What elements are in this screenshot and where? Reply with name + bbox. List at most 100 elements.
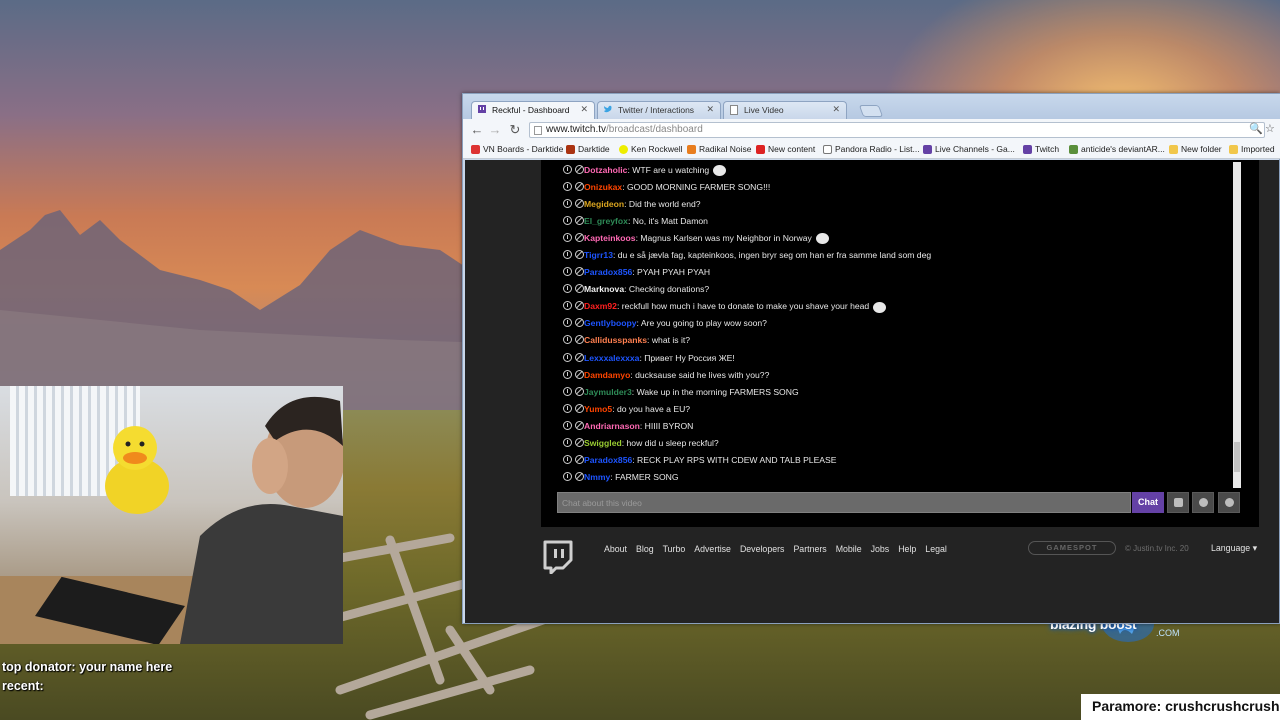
- ban-icon[interactable]: [575, 182, 584, 192]
- close-icon[interactable]: ✕: [832, 104, 840, 115]
- timeout-icon[interactable]: [563, 335, 572, 345]
- chat-scrollbar[interactable]: [1233, 162, 1241, 488]
- chat-username[interactable]: El_greyfox: [584, 216, 628, 226]
- zoom-icon[interactable]: 🔍: [1249, 122, 1263, 135]
- footer-link[interactable]: Mobile: [836, 544, 862, 554]
- footer-link[interactable]: Blog: [636, 544, 654, 554]
- chat-username[interactable]: Damdamyo: [584, 370, 630, 380]
- ban-icon[interactable]: [575, 471, 584, 481]
- ban-icon[interactable]: [575, 284, 584, 294]
- bookmark-item[interactable]: Radikal Noise: [687, 144, 751, 154]
- chat-username[interactable]: Dotzaholic: [584, 165, 627, 175]
- bookmark-item[interactable]: New content: [756, 144, 815, 154]
- star-icon[interactable]: ☆: [1265, 122, 1275, 135]
- ban-icon[interactable]: [575, 233, 584, 243]
- gamespot-logo[interactable]: GAMESPOT: [1028, 541, 1116, 555]
- tab-dashboard[interactable]: Reckful - Dashboard ✕: [471, 101, 595, 120]
- chat-username[interactable]: Marknova: [584, 284, 624, 294]
- chat-username[interactable]: Swiggled: [584, 438, 622, 448]
- bookmark-item[interactable]: anticide's deviantAR...: [1069, 144, 1165, 154]
- chat-username[interactable]: Paradox856: [584, 455, 632, 465]
- timeout-icon[interactable]: [563, 199, 572, 209]
- timeout-icon[interactable]: [563, 437, 572, 447]
- bookmark-item[interactable]: Darktide: [566, 144, 610, 154]
- chat-tool-button[interactable]: [1167, 492, 1189, 513]
- tab-twitter[interactable]: Twitter / Interactions ✕: [597, 101, 721, 119]
- timeout-icon[interactable]: [563, 284, 572, 294]
- chat-username[interactable]: Gentlyboopy: [584, 318, 637, 328]
- chat-username[interactable]: Yumo5: [584, 404, 612, 414]
- timeout-icon[interactable]: [563, 471, 572, 481]
- timeout-icon[interactable]: [563, 369, 572, 379]
- chat-username[interactable]: Daxm92: [584, 301, 617, 311]
- bookmark-item[interactable]: Twitch: [1023, 144, 1059, 154]
- ban-icon[interactable]: [575, 437, 584, 447]
- timeout-icon[interactable]: [563, 352, 572, 362]
- bookmark-item[interactable]: Ken Rockwell: [619, 144, 683, 154]
- ban-icon[interactable]: [575, 369, 584, 379]
- timeout-icon[interactable]: [563, 403, 572, 413]
- ban-icon[interactable]: [575, 318, 584, 328]
- footer-link[interactable]: Partners: [793, 544, 826, 554]
- ban-icon[interactable]: [575, 420, 584, 430]
- bookmark-folder[interactable]: New folder: [1169, 144, 1222, 154]
- chat-username[interactable]: Lexxxalexxxa: [584, 353, 639, 363]
- forward-arrow-icon[interactable]: →: [487, 122, 503, 138]
- footer-link[interactable]: Help: [898, 544, 916, 554]
- ban-icon[interactable]: [575, 267, 584, 277]
- timeout-icon[interactable]: [563, 165, 572, 174]
- timeout-icon[interactable]: [563, 301, 572, 311]
- chat-username[interactable]: Callidusspanks: [584, 335, 647, 345]
- ban-icon[interactable]: [575, 250, 584, 260]
- timeout-icon[interactable]: [563, 318, 572, 328]
- chat-username[interactable]: Kapteinkoos: [584, 233, 636, 243]
- footer-link[interactable]: Advertise: [694, 544, 731, 554]
- bookmark-item[interactable]: VN Boards - Darktide: [471, 144, 563, 154]
- bookmark-folder[interactable]: Imported: [1229, 144, 1275, 154]
- timeout-icon[interactable]: [563, 420, 572, 430]
- timeout-icon[interactable]: [563, 386, 572, 396]
- chat-username[interactable]: Tigrr13: [584, 250, 613, 260]
- close-icon[interactable]: ✕: [580, 104, 588, 115]
- footer-link[interactable]: Legal: [925, 544, 947, 554]
- twitch-logo-icon[interactable]: [541, 540, 575, 574]
- ban-icon[interactable]: [575, 454, 584, 464]
- timeout-icon[interactable]: [563, 454, 572, 464]
- footer-link[interactable]: Developers: [740, 544, 785, 554]
- close-icon[interactable]: ✕: [706, 104, 714, 115]
- chat-send-button[interactable]: Chat: [1132, 492, 1164, 513]
- ban-icon[interactable]: [575, 165, 584, 174]
- chat-username[interactable]: Nmmy: [584, 472, 610, 482]
- chat-settings-button[interactable]: [1218, 492, 1240, 513]
- ban-icon[interactable]: [575, 386, 584, 396]
- chat-input[interactable]: Chat about this video: [557, 492, 1131, 513]
- ban-icon[interactable]: [575, 301, 584, 311]
- chat-username[interactable]: Megideon: [584, 199, 624, 209]
- chat-username[interactable]: Andriarnason: [584, 421, 640, 431]
- bookmark-item[interactable]: Pandora Radio - List...: [823, 144, 920, 154]
- chat-tool-button[interactable]: [1192, 492, 1214, 513]
- chat-username[interactable]: Onizukax: [584, 182, 622, 192]
- bookmark-item[interactable]: Live Channels - Ga...: [923, 144, 1015, 154]
- address-bar[interactable]: www.twitch.tv/broadcast/dashboard: [529, 122, 1265, 138]
- ban-icon[interactable]: [575, 199, 584, 209]
- ban-icon[interactable]: [575, 335, 584, 345]
- footer-link[interactable]: Jobs: [871, 544, 890, 554]
- timeout-icon[interactable]: [563, 267, 572, 277]
- timeout-icon[interactable]: [563, 182, 572, 192]
- chat-username[interactable]: Jaymulder3: [584, 387, 632, 397]
- timeout-icon[interactable]: [563, 216, 572, 226]
- tab-live-video[interactable]: Live Video ✕: [723, 101, 847, 119]
- ban-icon[interactable]: [575, 403, 584, 413]
- timeout-icon[interactable]: [563, 233, 572, 243]
- reload-icon[interactable]: ↻: [507, 122, 523, 138]
- footer-link[interactable]: Turbo: [663, 544, 686, 554]
- ban-icon[interactable]: [575, 352, 584, 362]
- back-arrow-icon[interactable]: ←: [469, 122, 485, 138]
- scrollbar-thumb[interactable]: [1234, 442, 1240, 472]
- chat-username[interactable]: Paradox856: [584, 267, 632, 277]
- new-tab-button[interactable]: [858, 105, 884, 117]
- footer-link[interactable]: About: [604, 544, 627, 554]
- ban-icon[interactable]: [575, 216, 584, 226]
- language-selector[interactable]: Language ▾: [1211, 543, 1257, 554]
